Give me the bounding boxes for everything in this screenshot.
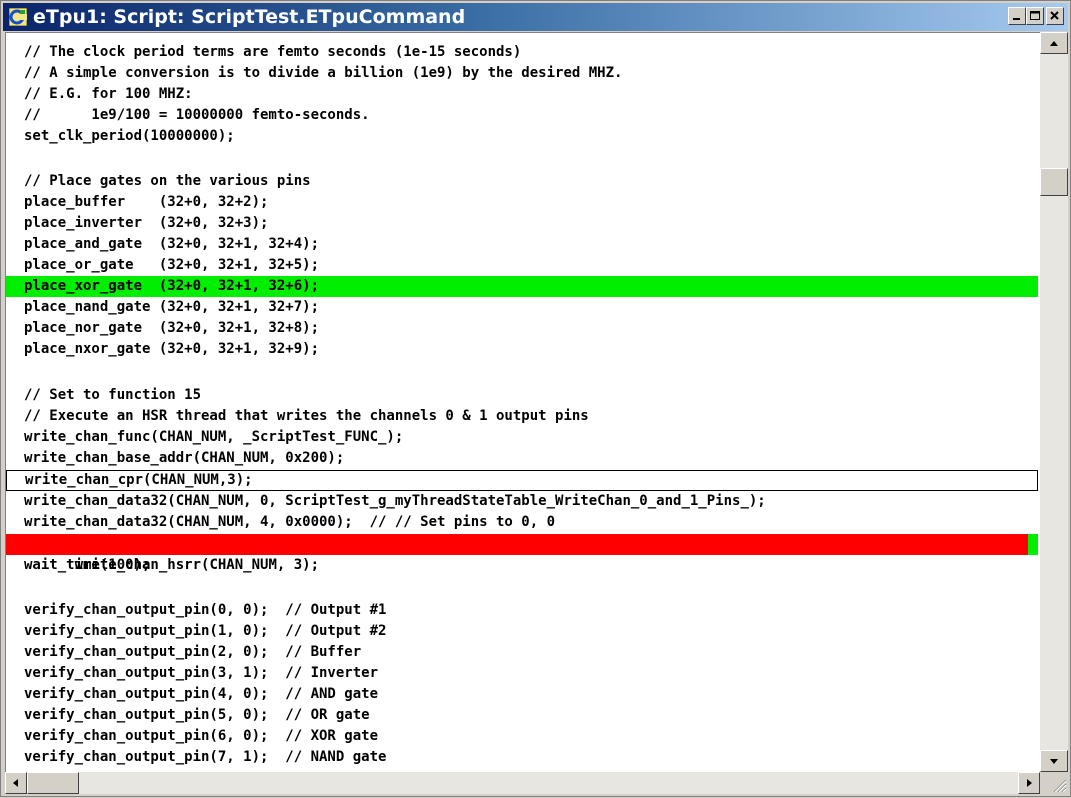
code-line: verify_chan_output_pin(3, 1); // Inverte… (24, 665, 379, 681)
minimize-icon (1013, 18, 1020, 20)
arrow-up-icon (1050, 41, 1058, 46)
code-line: verify_chan_output_pin(1, 0); // Output … (24, 623, 387, 639)
code-line-selected: write_chan_cpr(CHAN_NUM,3); (6, 470, 1038, 491)
code-line: write_chan_data32(CHAN_NUM, 0, ScriptTes… (24, 493, 766, 509)
code-line: write_chan_base_addr(CHAN_NUM, 0x200); (24, 450, 345, 466)
code-line: verify_chan_output_pin(6, 0); // XOR gat… (24, 728, 379, 744)
scroll-left-button[interactable] (5, 772, 27, 794)
vertical-scroll-thumb[interactable] (1040, 168, 1068, 196)
code-line: verify_chan_output_pin(2, 0); // Buffer (24, 644, 362, 660)
code-line: verify_chan_output_pin(5, 0); // OR gate (24, 707, 370, 723)
code-line: // E.G. for 100 MHZ: (24, 86, 193, 102)
code-line: verify_chan_output_pin(0, 0); // Output … (24, 602, 387, 618)
code-line: // Set to function 15 (24, 387, 202, 403)
code-line: write_chan_data32(CHAN_NUM, 4, 0x0000); … (24, 514, 556, 530)
code-line: place_inverter (32+0, 32+3); (24, 215, 269, 231)
code-line: verify_chan_output_pin(4, 0); // AND gat… (24, 686, 379, 702)
code-line: place_buffer (32+0, 32+2); (24, 194, 269, 210)
arrow-right-icon (1027, 779, 1032, 787)
code-line: // The clock period terms are femto seco… (24, 44, 522, 60)
script-editor[interactable]: // The clock period terms are femto seco… (5, 32, 1040, 772)
code-line: // A simple conversion is to divide a bi… (24, 65, 623, 81)
resize-grip-icon (1053, 779, 1067, 793)
maximize-icon (1030, 11, 1040, 20)
minimize-button[interactable] (1008, 7, 1026, 25)
code-line: place_and_gate (32+0, 32+1, 32+4); (24, 236, 320, 252)
code-line: place_nxor_gate (32+0, 32+1, 32+9); (24, 341, 320, 357)
code-line: place_nand_gate (32+0, 32+1, 32+7); (24, 299, 320, 315)
maximize-button[interactable] (1026, 7, 1044, 25)
etpu-app-icon (9, 8, 27, 26)
code-line: wait_time(100); (24, 557, 151, 573)
scroll-up-button[interactable] (1040, 32, 1068, 54)
arrow-down-icon (1050, 759, 1058, 764)
code-line: // Execute an HSR thread that writes the… (24, 408, 589, 424)
arrow-left-icon (13, 779, 18, 787)
code-line: // 1e9/100 = 10000000 femto-seconds. (24, 107, 370, 123)
vertical-scrollbar[interactable] (1040, 32, 1068, 772)
code-line: verify_chan_output_pin(7, 1); // NAND ga… (24, 749, 387, 765)
close-icon (1050, 11, 1059, 20)
script-window: eTpu1: Script: ScriptTest.ETpuCommand //… (0, 0, 1071, 797)
breakpoint-marker (1028, 534, 1038, 555)
code-line-breakpoint: place_xor_gate (32+0, 32+1, 32+6); (6, 276, 1038, 297)
scroll-down-button[interactable] (1040, 750, 1068, 772)
code-line: place_nor_gate (32+0, 32+1, 32+8); (24, 320, 320, 336)
code-line: // Place gates on the various pins (24, 173, 311, 189)
close-button[interactable] (1046, 7, 1064, 25)
code-line: place_or_gate (32+0, 32+1, 32+5); (24, 257, 320, 273)
code-line-current: write_chan_hsrr(CHAN_NUM, 3); (6, 534, 1038, 573)
horizontal-scroll-thumb[interactable] (27, 772, 79, 794)
code-line: write_chan_func(CHAN_NUM, _ScriptTest_FU… (24, 429, 404, 445)
code-line: set_clk_period(10000000); (24, 128, 235, 144)
window-title: eTpu1: Script: ScriptTest.ETpuCommand (33, 6, 466, 28)
horizontal-scrollbar[interactable] (5, 772, 1040, 794)
title-bar[interactable]: eTpu1: Script: ScriptTest.ETpuCommand (3, 3, 1068, 31)
scroll-right-button[interactable] (1018, 772, 1040, 794)
resize-grip[interactable] (1040, 772, 1068, 794)
